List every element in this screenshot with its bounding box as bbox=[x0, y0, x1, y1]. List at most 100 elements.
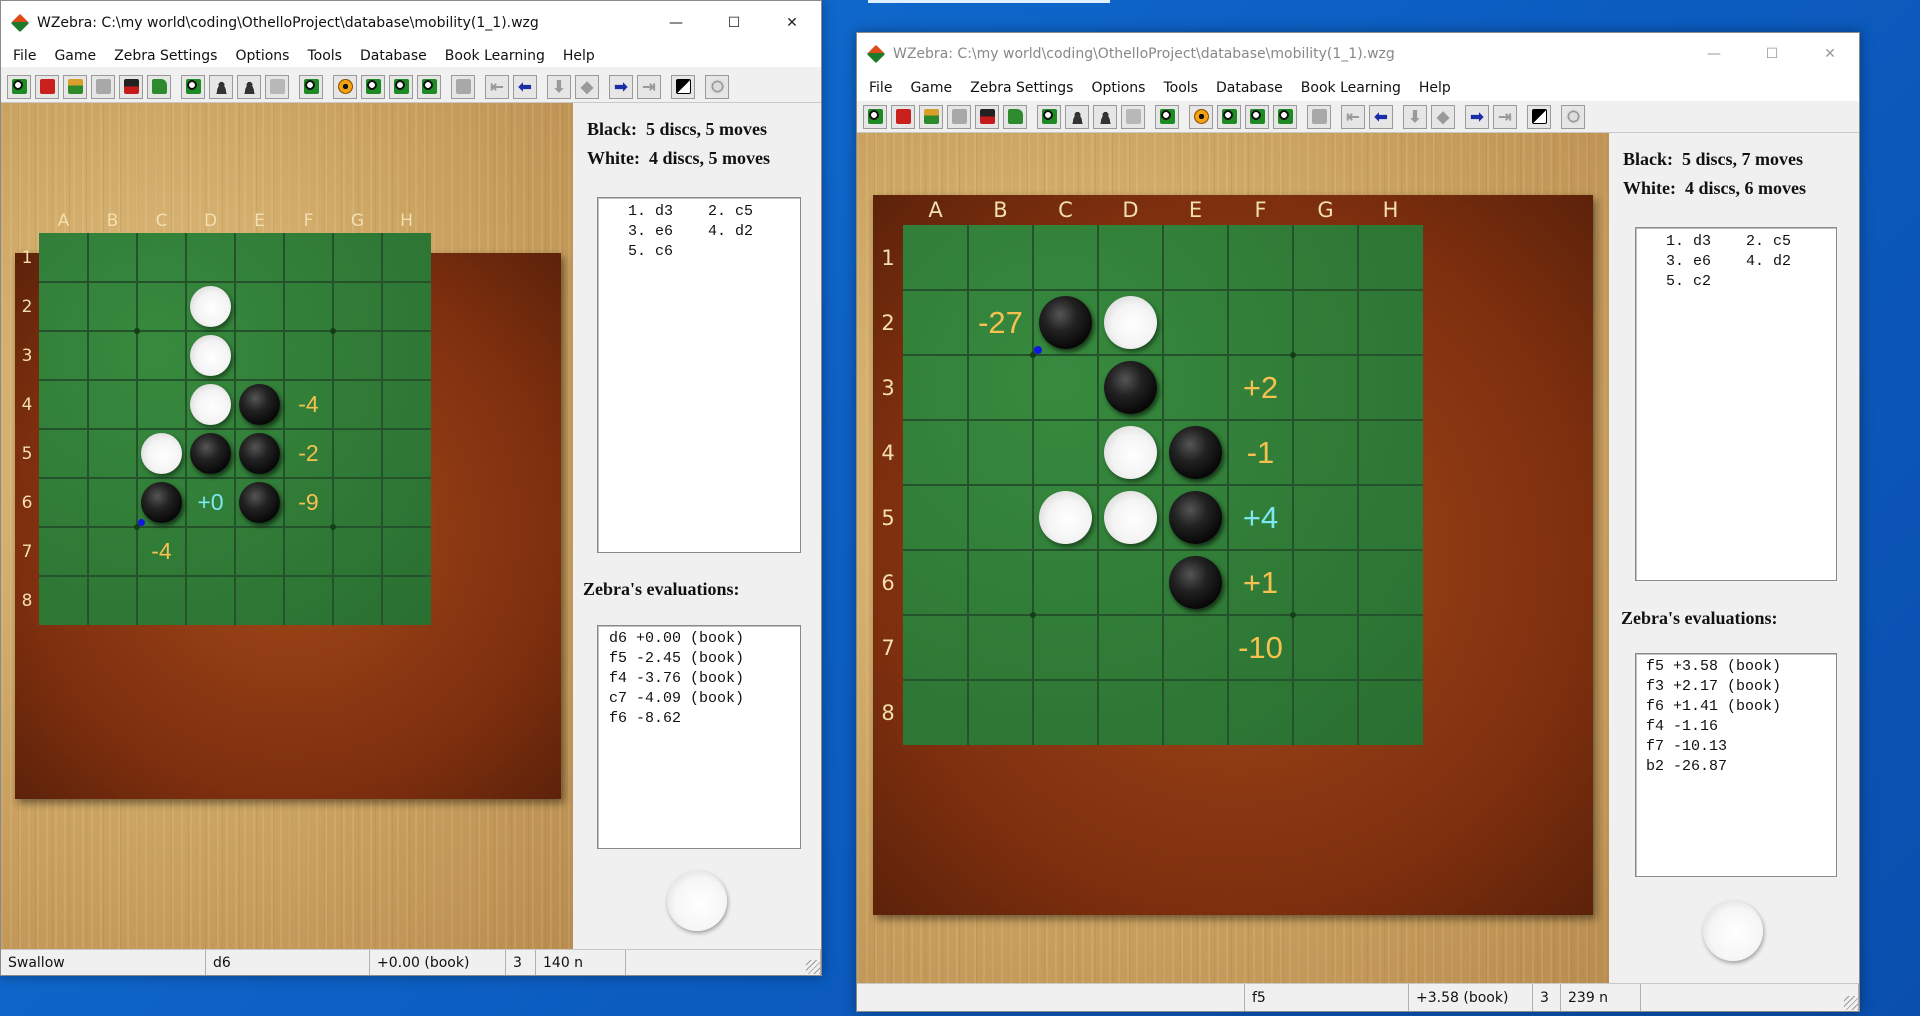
people-icon[interactable] bbox=[1065, 104, 1089, 129]
back-icon[interactable]: ⬅ bbox=[1369, 104, 1393, 129]
menu-file[interactable]: File bbox=[4, 48, 45, 64]
gray-icon[interactable] bbox=[451, 74, 475, 99]
move-entry[interactable]: 1. d3 bbox=[628, 202, 708, 222]
move-entry[interactable]: 1. d3 bbox=[1666, 232, 1746, 252]
gray-icon[interactable] bbox=[947, 104, 971, 129]
menu-zebra-settings[interactable]: Zebra Settings bbox=[105, 48, 226, 64]
evaluations-list[interactable]: f5 +3.58 (book) f3 +2.17 (book) f6 +1.41 (… bbox=[1635, 653, 1837, 877]
open-folder-icon[interactable] bbox=[147, 74, 171, 99]
first-icon[interactable]: ⇤ bbox=[1341, 104, 1365, 129]
down-icon[interactable]: ⬇ bbox=[1403, 104, 1427, 129]
back-icon[interactable]: ⬅ bbox=[513, 74, 537, 99]
resize-grip[interactable] bbox=[1844, 996, 1858, 1010]
menu-book-learning[interactable]: Book Learning bbox=[436, 48, 554, 64]
resize-grip[interactable] bbox=[806, 960, 820, 974]
menu-help[interactable]: Help bbox=[1410, 80, 1460, 96]
people-icon[interactable] bbox=[209, 74, 233, 99]
evaluation-row[interactable]: f5 -2.45 (book) bbox=[609, 649, 800, 669]
move-entry[interactable]: 4. d2 bbox=[1746, 252, 1826, 272]
move-evaluation[interactable]: -10 bbox=[1228, 615, 1293, 680]
maximize-button[interactable]: ☐ bbox=[705, 1, 763, 45]
menu-book-learning[interactable]: Book Learning bbox=[1292, 80, 1410, 96]
mono-icon[interactable] bbox=[1527, 104, 1551, 129]
move-evaluation[interactable]: +0 bbox=[186, 478, 235, 527]
new-game-icon[interactable] bbox=[7, 74, 31, 99]
title-bar[interactable]: WZebra: C:\my world\coding\OthelloProjec… bbox=[1, 1, 821, 45]
pin-icon[interactable]: ◆ bbox=[575, 74, 599, 99]
move-evaluation[interactable]: -27 bbox=[968, 290, 1033, 355]
people-icon[interactable] bbox=[237, 74, 261, 99]
menu-tools[interactable]: Tools bbox=[1154, 80, 1207, 96]
zz-icon[interactable] bbox=[265, 74, 289, 99]
last-icon[interactable]: ⇥ bbox=[1493, 104, 1517, 129]
minimize-button[interactable]: — bbox=[647, 1, 705, 45]
menu-game[interactable]: Game bbox=[901, 80, 961, 96]
evaluation-row[interactable]: b2 -26.87 bbox=[1646, 757, 1836, 777]
move-row[interactable]: 3. e6 4. d2 bbox=[1666, 252, 1836, 272]
move-evaluation[interactable]: -9 bbox=[284, 478, 333, 527]
green-icon[interactable] bbox=[1245, 104, 1269, 129]
play-green-icon[interactable] bbox=[299, 74, 323, 99]
move-entry[interactable] bbox=[708, 242, 788, 262]
move-evaluation[interactable]: -1 bbox=[1228, 420, 1293, 485]
open-folder-icon[interactable] bbox=[1003, 104, 1027, 129]
first-icon[interactable]: ⇤ bbox=[485, 74, 509, 99]
red-book-icon[interactable] bbox=[891, 104, 915, 129]
minimize-button[interactable]: — bbox=[1685, 33, 1743, 75]
evaluation-row[interactable]: f6 -8.62 bbox=[609, 709, 800, 729]
mono-icon[interactable] bbox=[671, 74, 695, 99]
last-icon[interactable]: ⇥ bbox=[637, 74, 661, 99]
evaluations-list[interactable]: d6 +0.00 (book) f5 -2.45 (book) f4 -3.76 (… bbox=[597, 625, 801, 849]
move-entry[interactable]: 3. e6 bbox=[1666, 252, 1746, 272]
maximize-button[interactable]: ☐ bbox=[1743, 33, 1801, 75]
green-icon[interactable] bbox=[389, 74, 413, 99]
gray-icon[interactable] bbox=[1307, 104, 1331, 129]
othello-board[interactable]: -4 -2 +0 -9 -4 bbox=[39, 233, 431, 625]
move-evaluation[interactable]: +2 bbox=[1228, 355, 1293, 420]
dark-book-icon[interactable] bbox=[119, 74, 143, 99]
play-green-icon[interactable] bbox=[1037, 104, 1061, 129]
move-evaluation[interactable]: +1 bbox=[1228, 550, 1293, 615]
zz-icon[interactable] bbox=[1121, 104, 1145, 129]
forward-icon[interactable]: ➡ bbox=[609, 74, 633, 99]
menu-options[interactable]: Options bbox=[1082, 80, 1154, 96]
close-button[interactable]: ✕ bbox=[1801, 33, 1859, 75]
green-icon[interactable] bbox=[1273, 104, 1297, 129]
book-icon[interactable] bbox=[63, 74, 87, 99]
move-entry[interactable]: 2. c5 bbox=[1746, 232, 1826, 252]
new-game-icon[interactable] bbox=[863, 104, 887, 129]
move-entry[interactable]: 4. d2 bbox=[708, 222, 788, 242]
move-row[interactable]: 1. d3 2. c5 bbox=[628, 202, 800, 222]
evaluation-row[interactable]: f4 -3.76 (book) bbox=[609, 669, 800, 689]
move-entry[interactable]: 2. c5 bbox=[708, 202, 788, 222]
move-row[interactable]: 5. c6 bbox=[628, 242, 800, 262]
people-icon[interactable] bbox=[1093, 104, 1117, 129]
menu-zebra-settings[interactable]: Zebra Settings bbox=[961, 80, 1082, 96]
stop-orange-icon[interactable] bbox=[1189, 104, 1213, 129]
menu-file[interactable]: File bbox=[860, 80, 901, 96]
evaluation-row[interactable]: f4 -1.16 bbox=[1646, 717, 1836, 737]
evaluation-row[interactable]: d6 +0.00 (book) bbox=[609, 629, 800, 649]
move-evaluation[interactable]: -2 bbox=[284, 429, 333, 478]
move-entry[interactable]: 5. c6 bbox=[628, 242, 708, 262]
menu-options[interactable]: Options bbox=[226, 48, 298, 64]
forward-icon[interactable]: ➡ bbox=[1465, 104, 1489, 129]
move-entry[interactable] bbox=[1746, 272, 1826, 292]
green-icon[interactable] bbox=[417, 74, 441, 99]
menu-tools[interactable]: Tools bbox=[298, 48, 351, 64]
dark-book-icon[interactable] bbox=[975, 104, 999, 129]
move-list[interactable]: 1. d3 2. c5 3. e6 4. d2 5. c6 bbox=[597, 197, 801, 553]
evaluation-row[interactable]: c7 -4.09 (book) bbox=[609, 689, 800, 709]
globe-icon[interactable] bbox=[705, 74, 729, 99]
move-entry[interactable]: 3. e6 bbox=[628, 222, 708, 242]
move-row[interactable]: 1. d3 2. c5 bbox=[1666, 232, 1836, 252]
evaluation-row[interactable]: f6 +1.41 (book) bbox=[1646, 697, 1836, 717]
move-entry[interactable]: 5. c2 bbox=[1666, 272, 1746, 292]
book-icon[interactable] bbox=[919, 104, 943, 129]
evaluation-row[interactable]: f7 -10.13 bbox=[1646, 737, 1836, 757]
move-evaluation[interactable]: +4 bbox=[1228, 485, 1293, 550]
menu-database[interactable]: Database bbox=[351, 48, 436, 64]
move-row[interactable]: 3. e6 4. d2 bbox=[628, 222, 800, 242]
move-evaluation[interactable]: -4 bbox=[284, 380, 333, 429]
othello-board[interactable]: -27 +2 -1 +4 +1 -10 bbox=[903, 225, 1423, 745]
